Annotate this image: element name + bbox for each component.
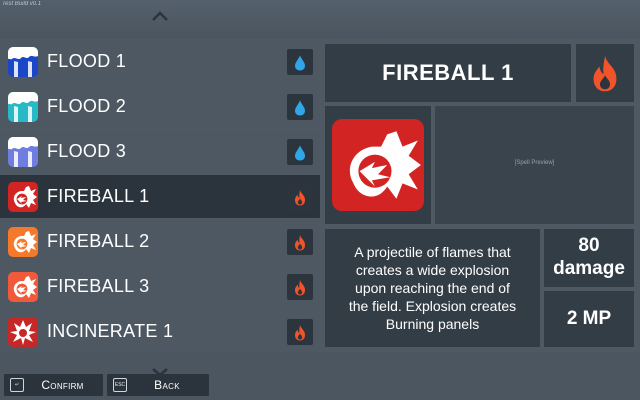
description-line: upon reaching the end of [355, 280, 510, 296]
spell-list-item[interactable]: FLOOD 2 [0, 85, 320, 128]
water-element-badge [287, 94, 313, 120]
spell-list-item[interactable]: FIREBALL 2 [0, 220, 320, 263]
spell-title-panel: FIREBALL 1 [325, 44, 571, 102]
fire-element-badge [287, 184, 313, 210]
incinerate-icon [8, 317, 38, 347]
back-button[interactable]: ESC Back [107, 374, 209, 396]
back-label: Back [154, 378, 180, 392]
flood-icon [8, 92, 38, 122]
spell-preview-panel: [Spell Preview] [435, 106, 634, 224]
fire-element-icon [295, 235, 305, 251]
flood-icon [8, 47, 38, 77]
description-line: creates a wide explosion [355, 262, 510, 278]
flood-icon-graphic [8, 137, 38, 167]
spell-list-item[interactable]: INCINERATE 1 [0, 310, 320, 353]
spell-list-item[interactable]: FIREBALL 3 [0, 265, 320, 308]
fire-element-icon [295, 325, 305, 341]
spell-description-panel: A projectile of flames that creates a wi… [325, 229, 540, 347]
water-element-badge [287, 139, 313, 165]
spell-description: A projectile of flames that creates a wi… [335, 243, 530, 333]
fire-element-badge [287, 319, 313, 345]
damage-unit: damage [553, 258, 625, 279]
spell-name: FIREBALL 1 [47, 186, 150, 206]
spell-name: FIREBALL 2 [47, 231, 150, 251]
spell-preview-placeholder: [Spell Preview] [514, 160, 555, 166]
spell-name: FIREBALL 3 [47, 276, 150, 296]
fireball-icon [8, 182, 38, 212]
fireball-icon-graphic [8, 182, 38, 212]
confirm-label: Confirm [41, 378, 84, 392]
damage-panel: 80 damage [544, 229, 634, 287]
spell-list: FLOOD 1 FLOOD 2 FLOOD 3 FIREBALL 1 FIREBALL … [0, 40, 320, 355]
description-line: the field. Explosion creates [348, 298, 517, 314]
fireball-icon-graphic [8, 227, 38, 257]
spell-list-item[interactable]: FIREBALL 1 [0, 175, 320, 218]
fire-element-icon [295, 280, 305, 296]
fireball-icon-graphic [332, 119, 424, 211]
confirm-button[interactable]: ↵ Confirm [4, 374, 103, 396]
flood-icon [8, 137, 38, 167]
flood-icon-graphic [8, 92, 38, 122]
flood-icon-graphic [8, 47, 38, 77]
spell-list-item[interactable]: FLOOD 1 [0, 40, 320, 83]
scroll-up-chevron-icon[interactable] [151, 9, 169, 23]
fireball-icon [332, 119, 424, 211]
fire-element-icon [593, 55, 617, 92]
fireball-icon [8, 227, 38, 257]
damage-value: 80 [578, 235, 600, 256]
water-element-icon [295, 55, 305, 71]
fire-element-badge [287, 229, 313, 255]
fire-element-icon [295, 190, 305, 206]
build-label: Test Build v0.1 [2, 1, 42, 7]
mp-cost-panel: 2 MP [544, 291, 634, 347]
fireball-icon-graphic [8, 272, 38, 302]
spell-title: FIREBALL 1 [382, 60, 514, 85]
spell-icon-panel [325, 106, 431, 224]
incinerate-icon-graphic [8, 317, 38, 347]
spell-name: FLOOD 3 [47, 141, 127, 161]
fireball-icon [8, 272, 38, 302]
top-bar [0, 0, 640, 38]
spell-name: FLOOD 2 [47, 96, 127, 116]
water-element-icon [295, 145, 305, 161]
water-element-badge [287, 49, 313, 75]
description-line: Burning panels [385, 316, 480, 332]
spell-list-item[interactable]: FLOOD 3 [0, 130, 320, 173]
water-element-icon [295, 100, 305, 116]
spell-element-panel [576, 44, 634, 102]
description-line: A projectile of flames that [354, 244, 511, 260]
mp-cost: 2 MP [566, 308, 612, 329]
fire-element-badge [287, 274, 313, 300]
spell-name: FLOOD 1 [47, 51, 127, 71]
spell-name: INCINERATE 1 [47, 321, 174, 341]
